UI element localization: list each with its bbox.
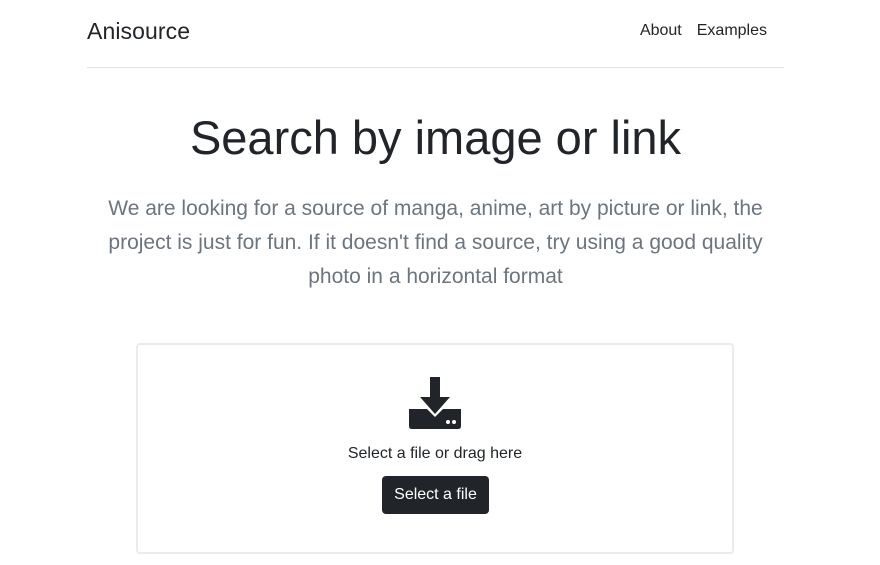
- download-icon: [409, 377, 461, 429]
- nav-links: About Examples: [640, 22, 767, 40]
- top-navbar: Anisource About Examples: [87, 0, 784, 68]
- select-file-button[interactable]: Select a file: [382, 476, 489, 514]
- nav-link-examples[interactable]: Examples: [697, 22, 767, 40]
- file-dropzone[interactable]: Select a file or drag here Select a file: [136, 343, 734, 554]
- dropzone-prompt: Select a file or drag here: [347, 445, 523, 462]
- brand-logo[interactable]: Anisource: [87, 18, 190, 45]
- page-title: Search by image or link: [189, 111, 682, 164]
- page-container: Anisource About Examples Search by image…: [87, 0, 784, 565]
- page-description: We are looking for a source of manga, an…: [108, 197, 763, 288]
- nav-link-about[interactable]: About: [640, 22, 682, 40]
